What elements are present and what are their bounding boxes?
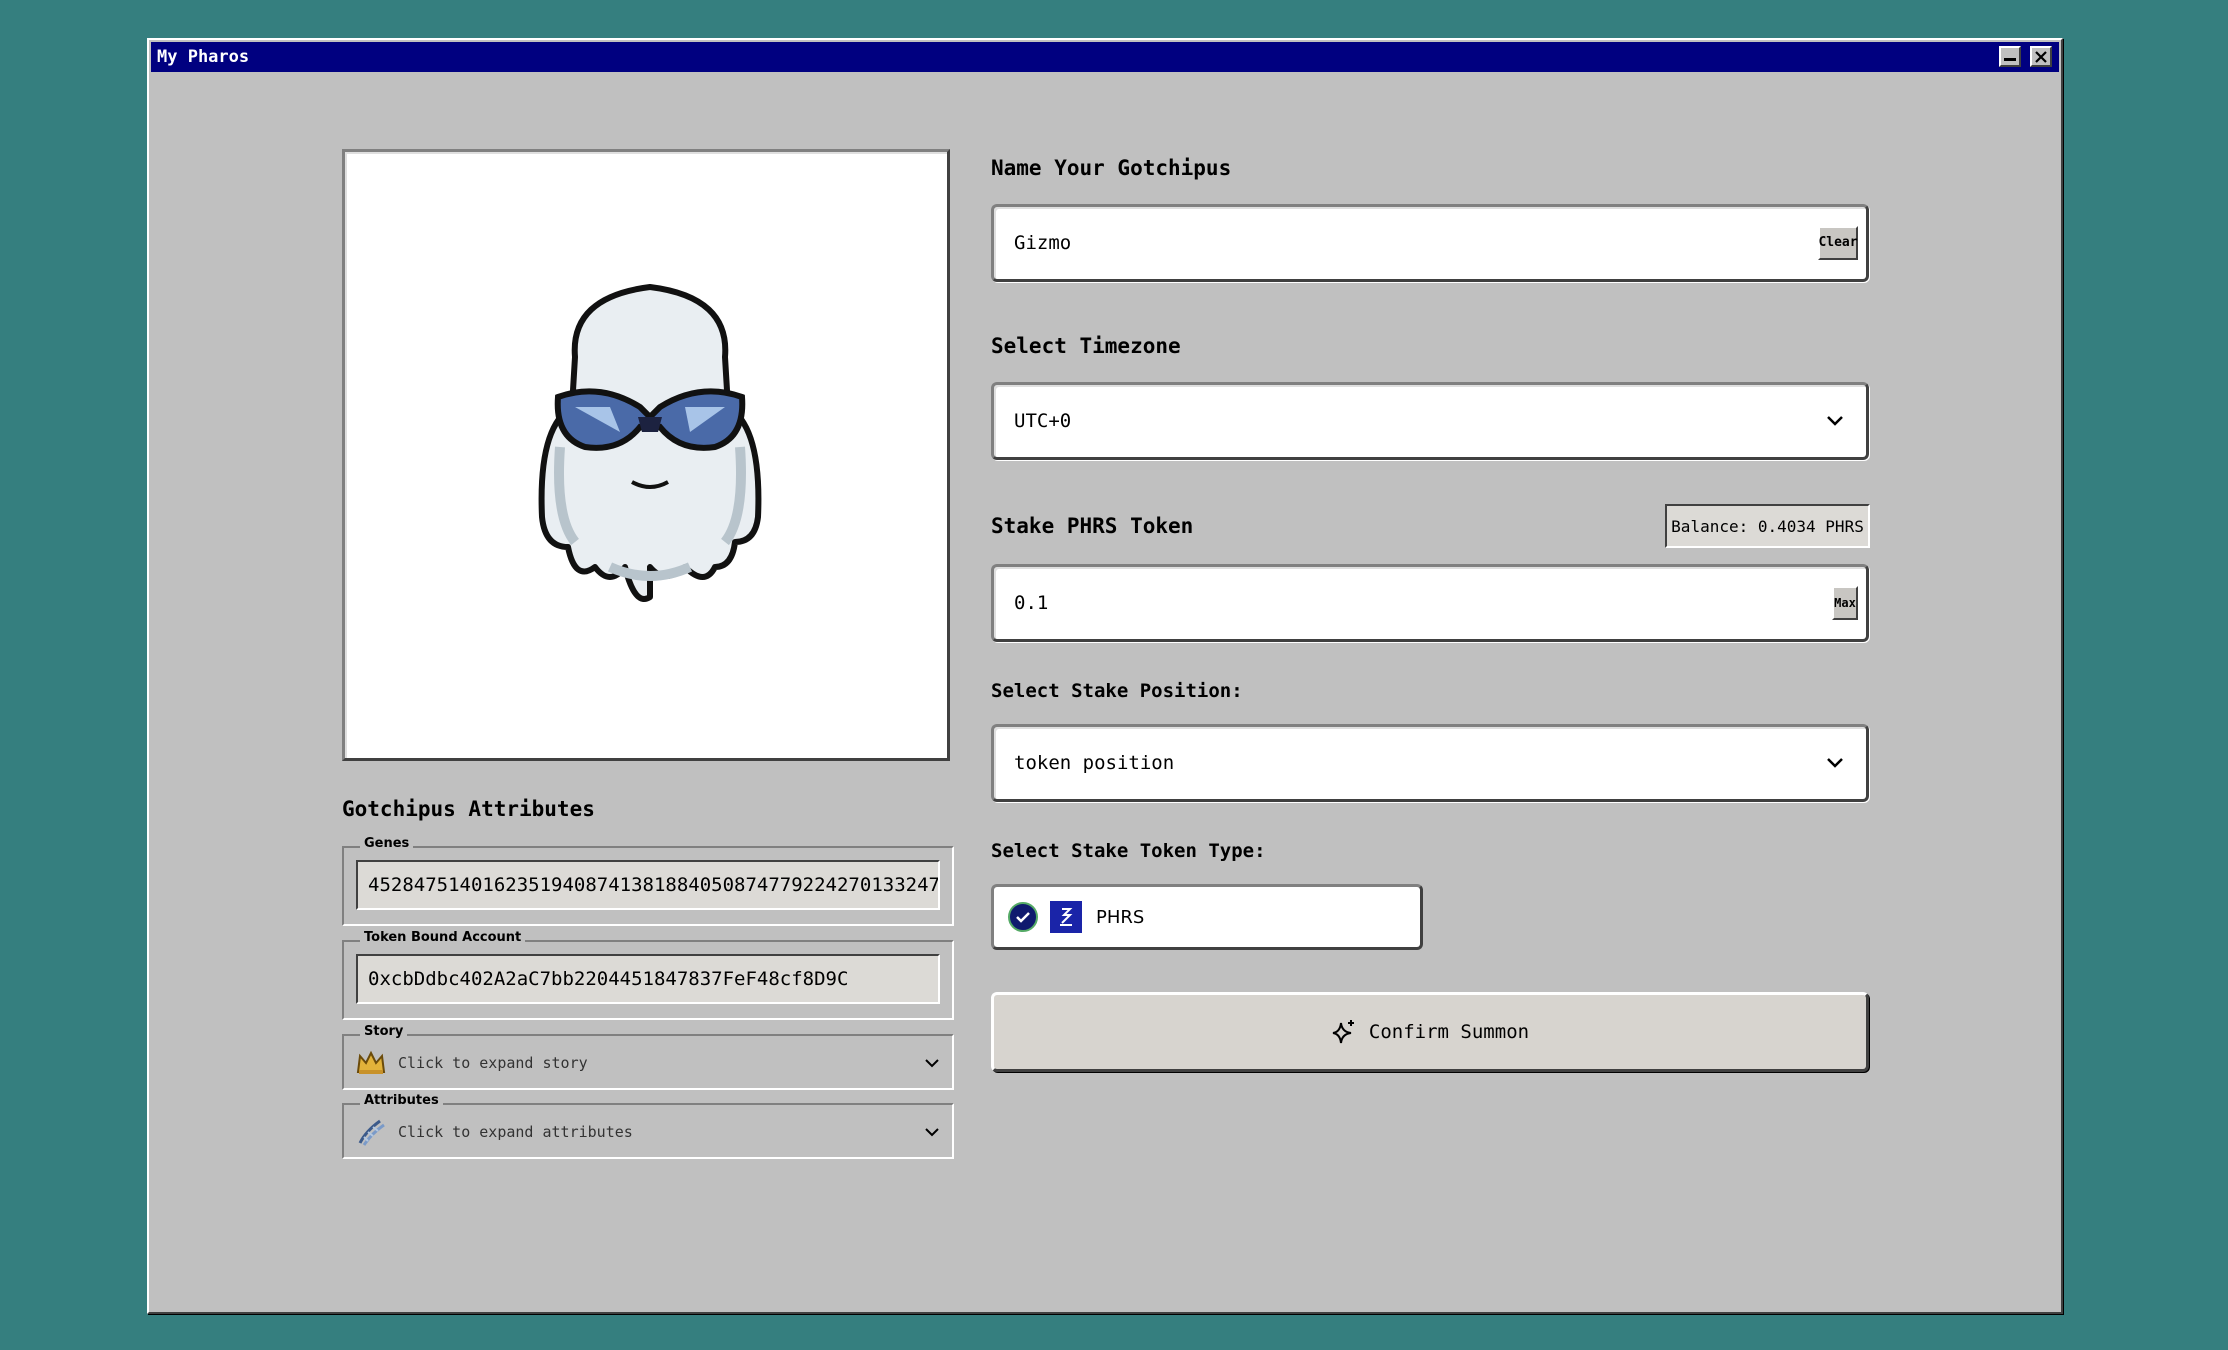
minimize-icon [2004,58,2016,61]
check-icon [1008,902,1038,932]
attributes-text: Click to expand attributes [398,1123,633,1141]
clear-button[interactable]: Clear [1818,226,1858,260]
story-group[interactable]: Story Click to expand story [342,1024,954,1090]
timezone-value: UTC+0 [1014,410,1072,432]
position-select[interactable]: token position [991,724,1869,802]
confirm-label: Confirm Summon [1368,1021,1530,1043]
minimize-button[interactable] [1999,46,2021,67]
balance-badge: Balance: 0.4034 PHRS [1665,504,1870,548]
attributes-expander[interactable]: Click to expand attributes [356,1115,940,1149]
sparkle-icon [1332,1020,1354,1044]
token-name: PHRS [1096,906,1145,928]
close-icon [2035,50,2047,63]
tba-legend: Token Bound Account [360,930,526,945]
chevron-down-icon [1827,416,1843,426]
crown-icon [356,1050,386,1074]
story-text: Click to expand story [398,1054,588,1072]
genes-group: Genes 4528475140162351940874138188405087… [342,836,954,926]
genes-legend: Genes [360,836,414,851]
name-value: Gizmo [1014,232,1072,254]
name-label: Name Your Gotchipus [991,156,1232,180]
chevron-down-icon [1827,758,1843,768]
tba-group: Token Bound Account 0xcbDdbc402A2aC7bb22… [342,930,954,1020]
stake-amount-input[interactable]: 0.1 Max [991,564,1869,642]
max-button[interactable]: Max [1832,586,1858,620]
window-title: My Pharos [157,47,250,67]
position-label: Select Stake Position: [991,680,1243,702]
story-expander[interactable]: Click to expand story [356,1046,940,1080]
gotchipus-preview [342,149,950,761]
phrs-token-icon [1050,901,1082,933]
dna-icon [358,1119,385,1146]
app-window: My Pharos Gotchipus Attributes Genes 452… [147,38,2063,1314]
stake-value: 0.1 [1014,592,1049,614]
token-type-label: Select Stake Token Type: [991,840,1266,862]
genes-field[interactable]: 4528475140162351940874138188405087477922… [356,860,940,910]
attributes-legend: Attributes [360,1093,443,1108]
timezone-label: Select Timezone [991,334,1181,358]
attributes-group[interactable]: Attributes Click to expand attributes [342,1093,954,1159]
position-value: token position [1014,752,1175,774]
title-bar: My Pharos [151,42,2059,72]
confirm-summon-button[interactable]: Confirm Summon [991,992,1869,1072]
attributes-heading: Gotchipus Attributes [342,797,595,821]
close-button[interactable] [2030,46,2052,67]
stake-label: Stake PHRS Token [991,514,1194,538]
tba-field[interactable]: 0xcbDdbc402A2aC7bb2204451847837FeF48cf8D… [356,954,940,1004]
token-option-phrs[interactable]: PHRS [991,884,1423,950]
ghost-image [538,284,762,602]
timezone-select[interactable]: UTC+0 [991,382,1869,460]
name-input[interactable]: Gizmo Clear [991,204,1869,282]
chevron-down-icon [925,1128,939,1137]
chevron-down-icon [925,1059,939,1068]
story-legend: Story [360,1024,408,1039]
